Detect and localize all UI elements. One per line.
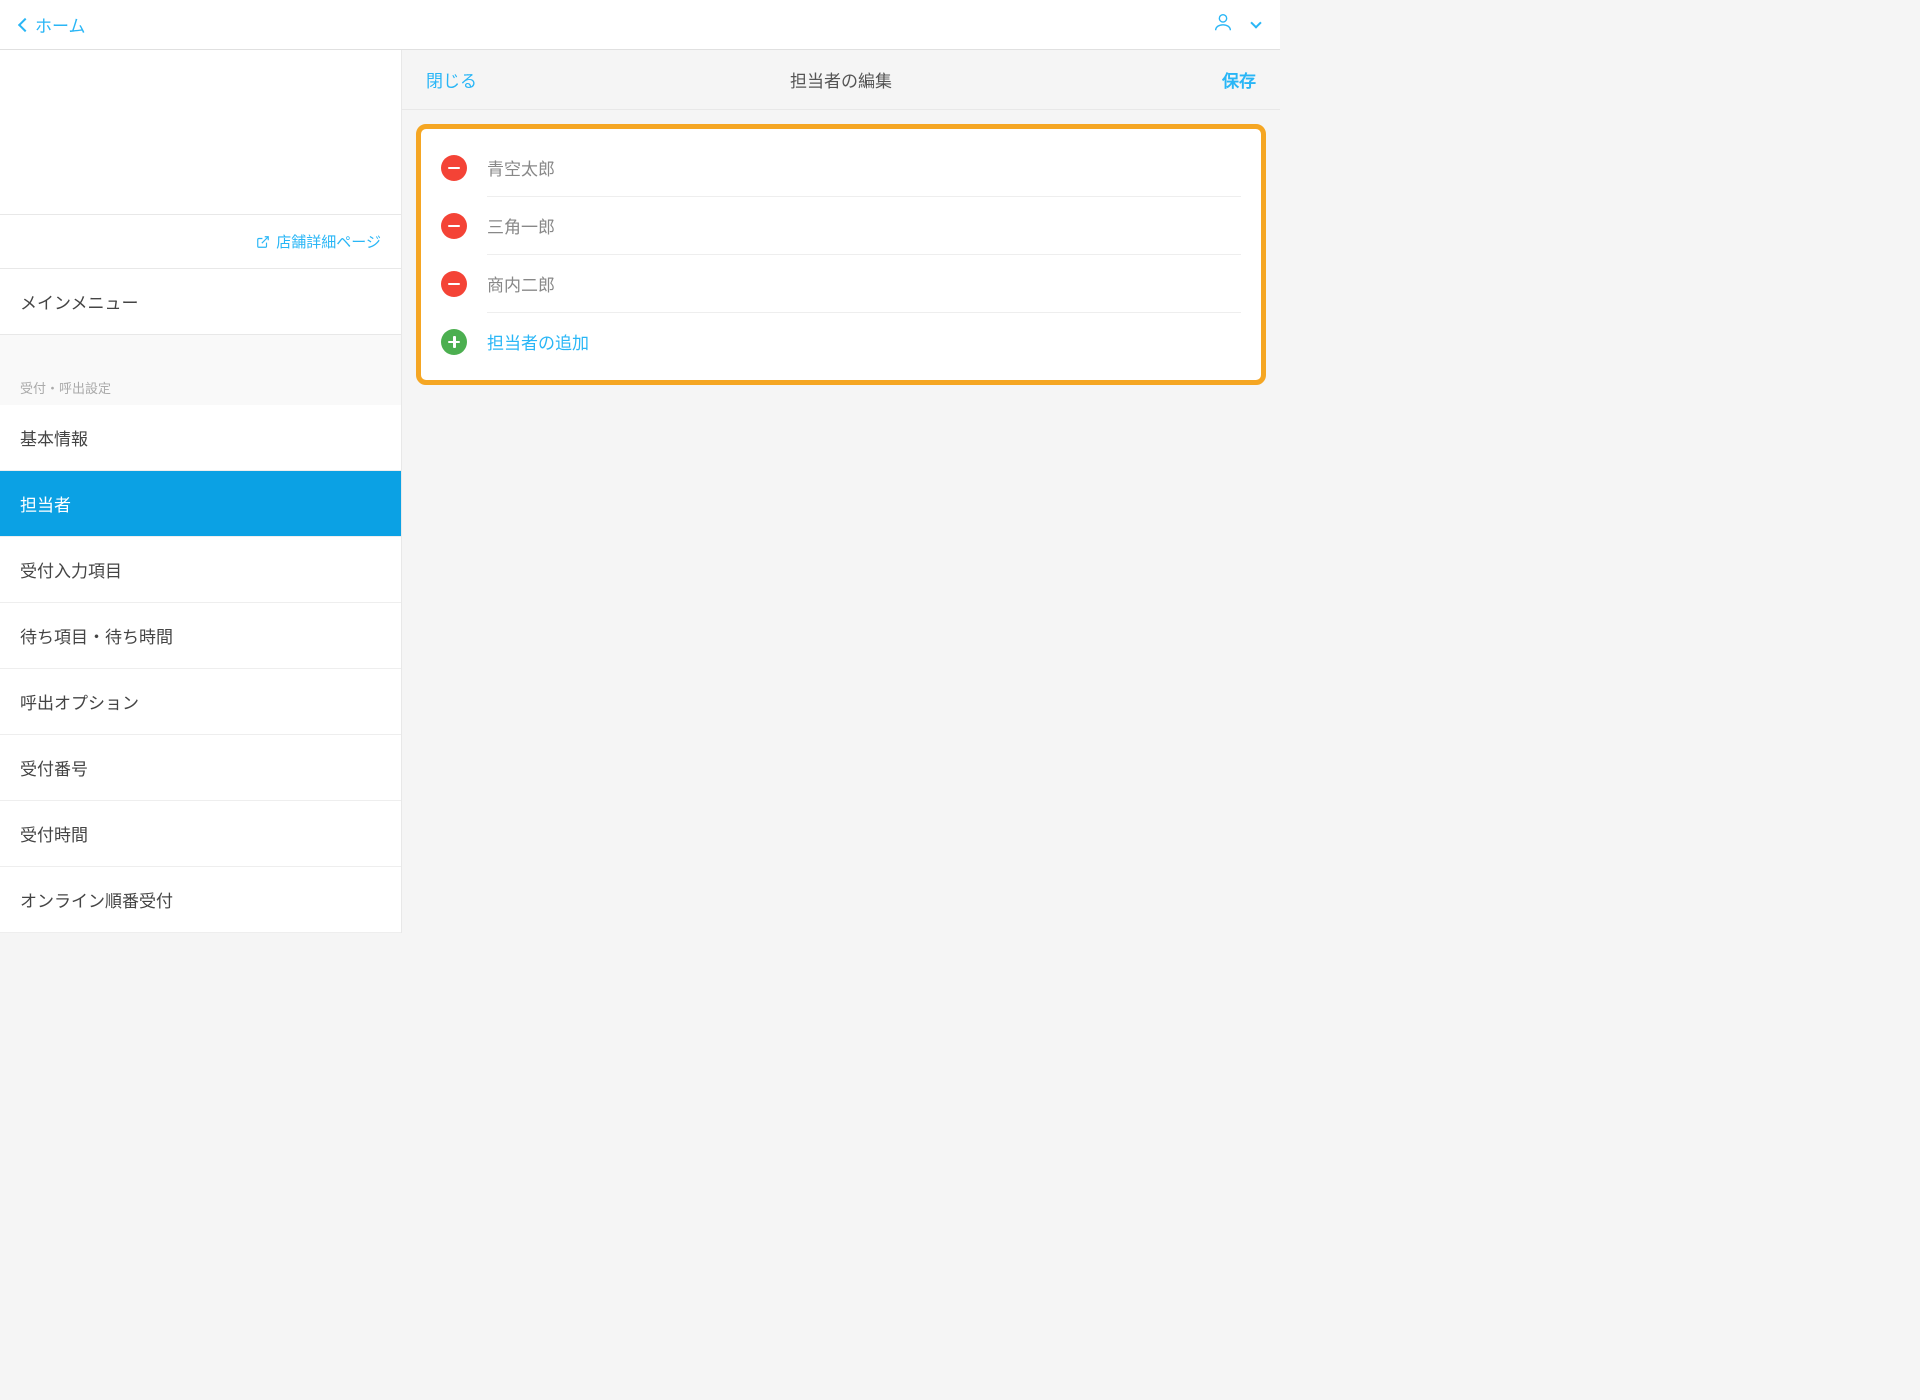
close-button[interactable]: 閉じる [426,67,477,92]
main-menu-label[interactable]: メインメニュー [0,269,401,335]
sidebar-item-2[interactable]: 受付入力項目 [0,537,401,603]
sidebar: 店舗詳細ページ メインメニュー 受付・呼出設定 基本情報担当者受付入力項目待ち項… [0,50,402,933]
external-link-icon [256,235,270,249]
person-name: 商内二郎 [487,271,555,296]
back-button[interactable]: ホーム [20,12,86,37]
main-container: 店舗詳細ページ メインメニュー 受付・呼出設定 基本情報担当者受付入力項目待ち項… [0,50,1280,933]
person-row-inner: 三角一郎 [487,197,1241,255]
sidebar-item-5[interactable]: 受付番号 [0,735,401,801]
save-button[interactable]: 保存 [1222,67,1256,92]
add-person-label: 担当者の追加 [487,329,589,354]
section-gap [0,335,401,368]
minus-icon [448,283,460,286]
person-name: 青空太郎 [487,155,555,180]
back-label: ホーム [35,12,86,37]
store-detail-link[interactable]: 店舗詳細ページ [0,215,401,269]
add-person-row[interactable]: 担当者の追加 [421,313,1261,370]
minus-icon [448,167,460,170]
person-name: 三角一郎 [487,213,555,238]
sidebar-item-7[interactable]: オンライン順番受付 [0,867,401,933]
content-header: 閉じる 担当者の編集 保存 [402,50,1280,110]
chevron-down-icon[interactable] [1250,17,1261,28]
remove-person-button[interactable] [441,271,467,297]
sidebar-top-section [0,50,401,215]
content-title: 担当者の編集 [790,67,892,92]
sidebar-item-6[interactable]: 受付時間 [0,801,401,867]
person-row: 商内二郎 [421,255,1261,313]
app-header: ホーム [0,0,1280,50]
add-person-button[interactable] [441,329,467,355]
store-detail-label: 店舗詳細ページ [276,231,381,252]
sidebar-item-4[interactable]: 呼出オプション [0,669,401,735]
sidebar-item-0[interactable]: 基本情報 [0,405,401,471]
add-row-inner: 担当者の追加 [487,313,1241,370]
content-area: 閉じる 担当者の編集 保存 青空太郎三角一郎商内二郎担当者の追加 [402,50,1280,933]
sidebar-item-1[interactable]: 担当者 [0,471,401,537]
menu-items: 基本情報担当者受付入力項目待ち項目・待ち時間呼出オプション受付番号受付時間オンラ… [0,405,401,933]
person-row: 三角一郎 [421,197,1261,255]
user-icon[interactable] [1212,11,1234,38]
remove-person-button[interactable] [441,155,467,181]
section-header: 受付・呼出設定 [0,368,401,405]
chevron-left-icon [18,17,32,31]
plus-icon [448,336,460,348]
person-row-inner: 商内二郎 [487,255,1241,313]
header-right [1212,11,1260,38]
remove-person-button[interactable] [441,213,467,239]
sidebar-item-3[interactable]: 待ち項目・待ち時間 [0,603,401,669]
persons-list: 青空太郎三角一郎商内二郎担当者の追加 [421,139,1261,370]
person-row-inner: 青空太郎 [487,139,1241,197]
person-row: 青空太郎 [421,139,1261,197]
persons-edit-box: 青空太郎三角一郎商内二郎担当者の追加 [416,124,1266,385]
minus-icon [448,225,460,228]
